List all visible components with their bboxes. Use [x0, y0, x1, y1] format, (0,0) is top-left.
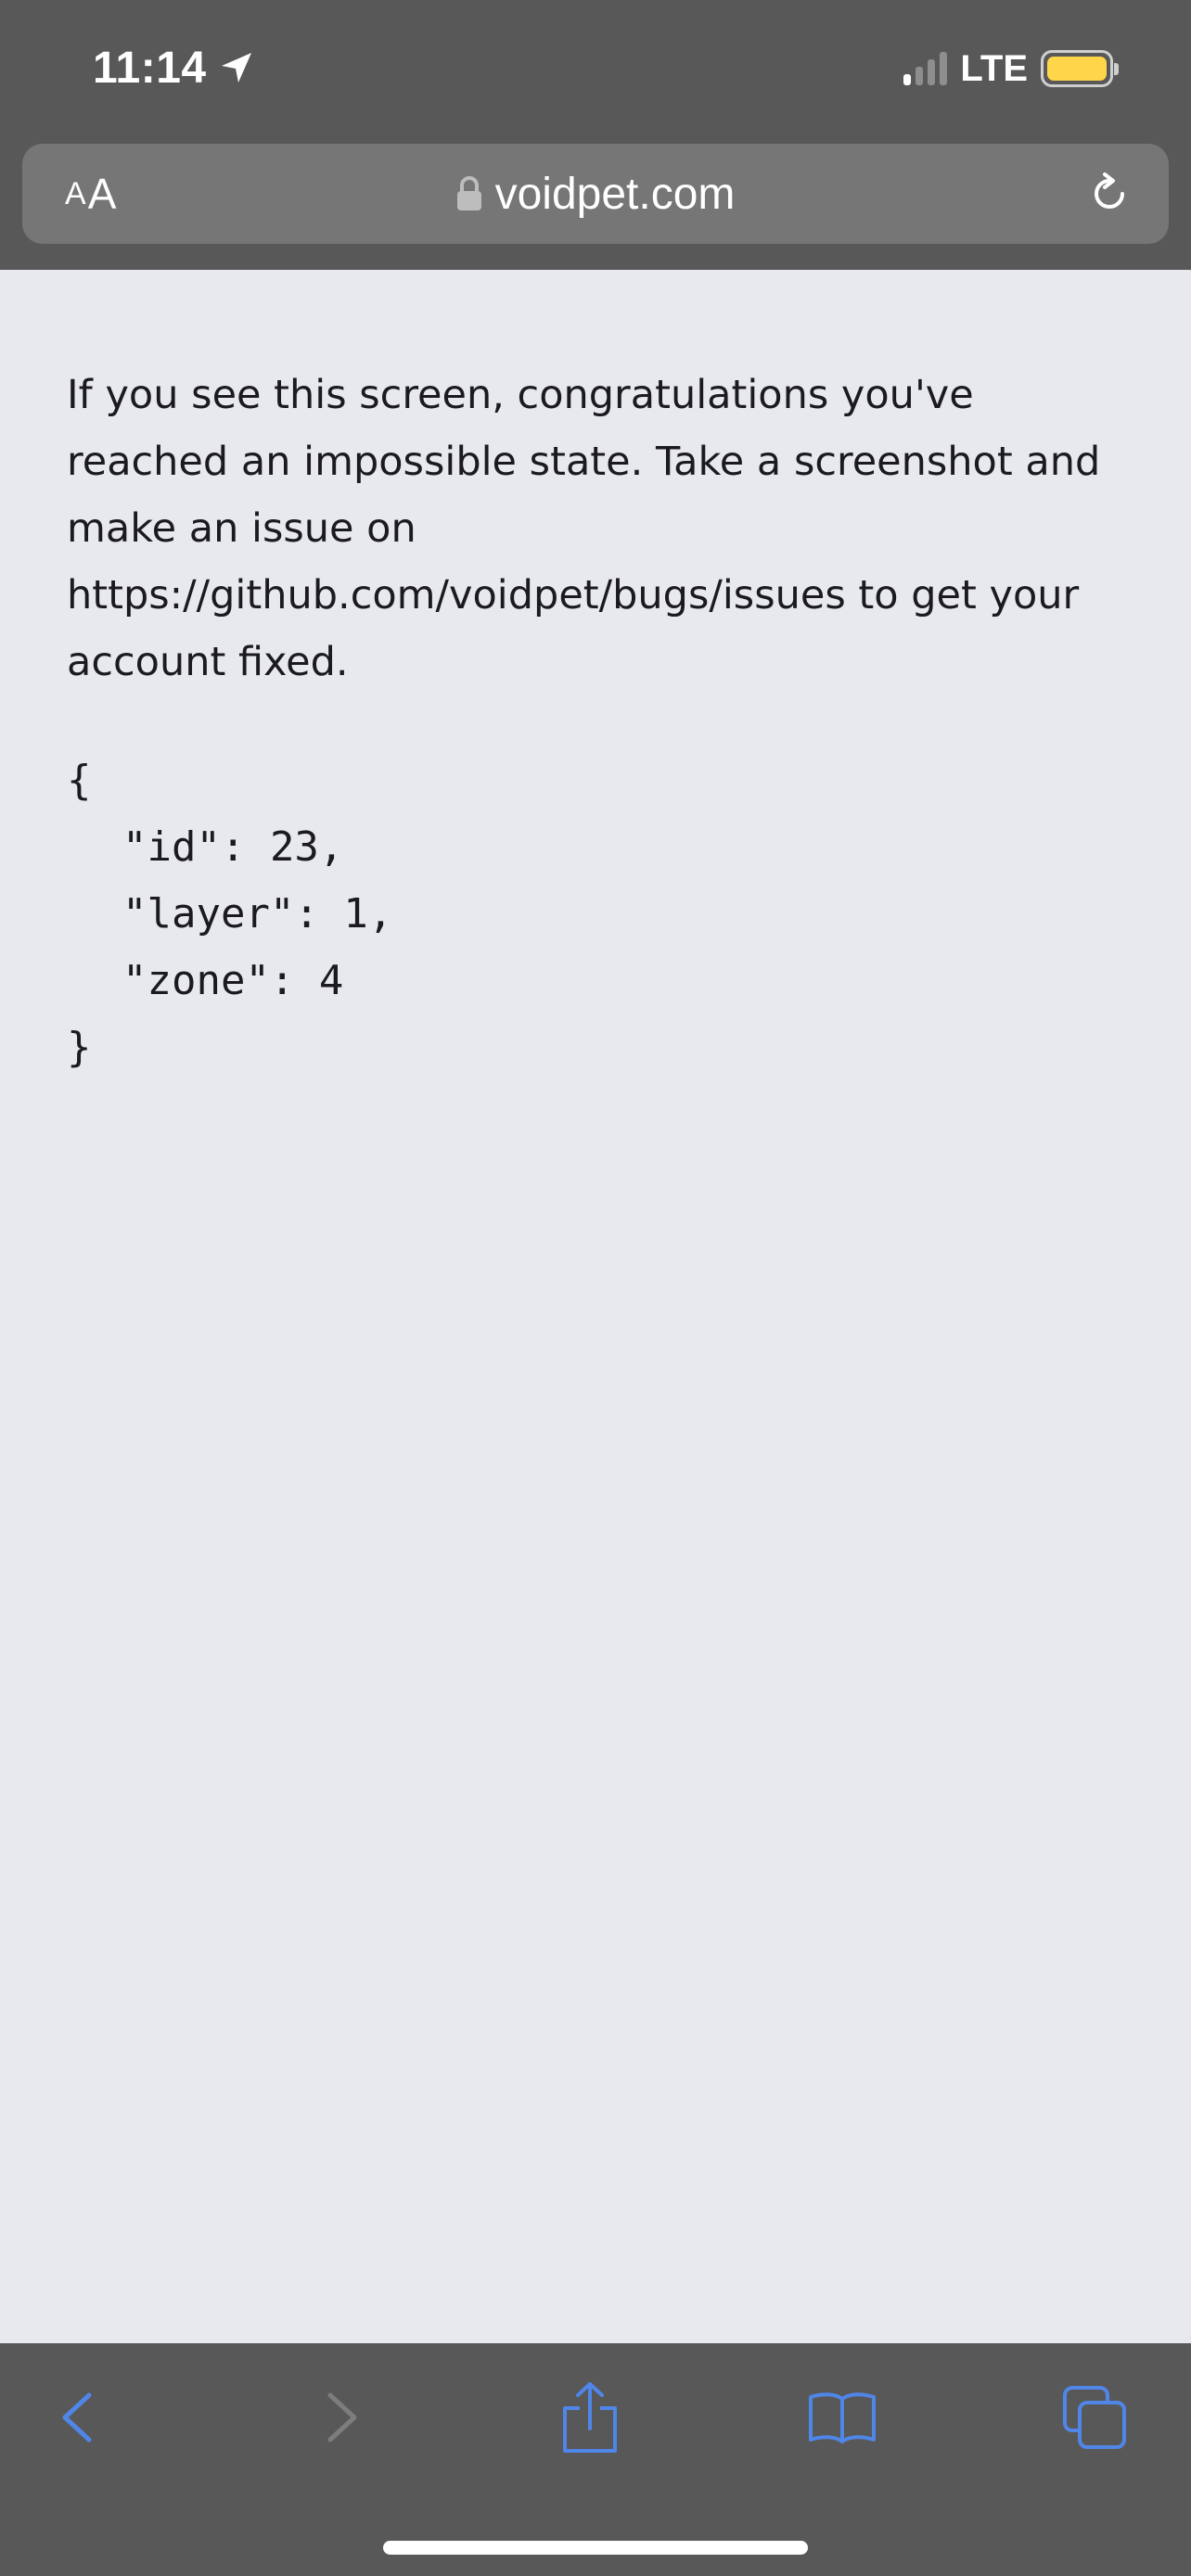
status-time-label: 11:14 [93, 43, 207, 93]
url-text: voidpet.com [494, 169, 736, 219]
address-bar[interactable]: A A voidpet.com [22, 144, 1169, 244]
url-display[interactable]: voidpet.com [22, 144, 1169, 244]
lock-icon [456, 176, 481, 210]
tabs-icon [1063, 2386, 1126, 2449]
json-line-layer: "layer": 1, [122, 890, 393, 937]
signal-icon [903, 52, 948, 85]
page-content: If you see this screen, congratulations … [67, 362, 1133, 1081]
battery-icon [1041, 50, 1119, 87]
share-icon [563, 2382, 617, 2453]
back-button[interactable] [43, 2380, 117, 2455]
share-button[interactable] [553, 2380, 627, 2455]
top-chrome: 11:14 LTE A A voidpet.com [0, 0, 1191, 270]
json-line-zone: "zone": 4 [122, 957, 344, 1004]
home-indicator[interactable] [383, 2541, 808, 2555]
tabs-button[interactable] [1057, 2380, 1132, 2455]
error-message: If you see this screen, congratulations … [67, 372, 1101, 685]
network-type: LTE [960, 47, 1028, 89]
json-line-id: "id": 23, [122, 823, 344, 871]
status-indicators: LTE [903, 43, 1119, 95]
bookmarks-button[interactable] [805, 2380, 879, 2455]
json-close-brace: } [67, 1024, 92, 1071]
reload-icon[interactable] [1087, 172, 1132, 216]
location-arrow-icon [221, 53, 251, 83]
debug-json: { "id": 23, "layer": 1, "zone": 4 } [67, 747, 1133, 1081]
bookmarks-icon [809, 2392, 876, 2443]
forward-icon [327, 2392, 357, 2442]
back-icon [62, 2392, 92, 2442]
forward-button[interactable] [302, 2380, 377, 2455]
json-open-brace: { [67, 757, 92, 804]
safari-screen: 11:14 LTE A A voidpet.com If you see thi… [0, 0, 1191, 2576]
status-time: 11:14 [93, 37, 255, 98]
